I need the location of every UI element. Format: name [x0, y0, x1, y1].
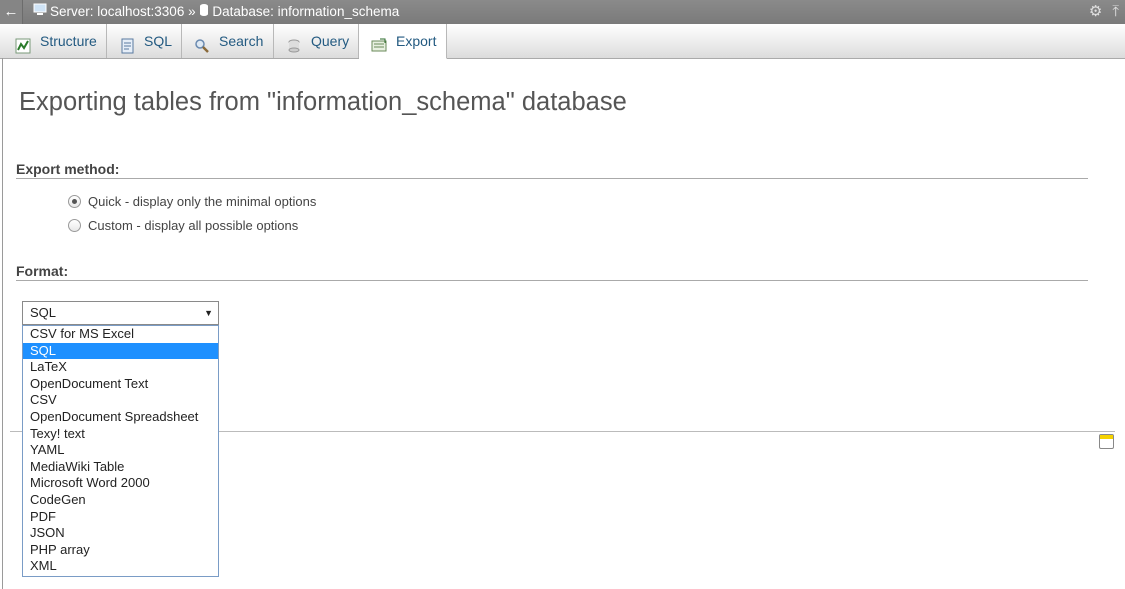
breadcrumb: Server: localhost:3306 » Database: infor… [33, 0, 399, 24]
collapse-icon[interactable]: ⤒ [1112, 3, 1119, 20]
format-option[interactable]: SQL [23, 342, 218, 360]
search-icon [194, 32, 210, 54]
breadcrumb-separator: » [188, 4, 196, 19]
export-icon [371, 32, 387, 52]
radio-quick-button[interactable] [68, 195, 81, 209]
gear-icon[interactable]: ⚙ [1089, 3, 1102, 20]
format-heading: Format: [16, 263, 1088, 281]
format-dropdown-list[interactable]: CSV for MS Excel SQL LaTeX OpenDocument … [22, 325, 219, 577]
format-option[interactable]: CodeGen [23, 492, 218, 509]
format-option[interactable]: YAML [23, 442, 218, 459]
query-icon [286, 32, 302, 53]
format-select-value: SQL [30, 305, 57, 320]
breadcrumb-bar: ← Server: localhost:3306 » Database: inf… [0, 0, 1125, 24]
breadcrumb-database-link[interactable]: Database: information_schema [212, 4, 399, 19]
back-button[interactable]: ← [0, 0, 23, 24]
tab-query[interactable]: Query [274, 24, 359, 58]
radio-custom[interactable]: Custom - display all possible options [68, 218, 298, 233]
tab-search[interactable]: Search [182, 24, 274, 58]
radio-quick[interactable]: Quick - display only the minimal options [68, 194, 316, 209]
format-option[interactable]: LaTeX [23, 359, 218, 376]
format-option[interactable]: MediaWiki Table [23, 459, 218, 476]
database-icon [199, 0, 209, 24]
format-option[interactable]: Microsoft Word 2000 [23, 475, 218, 492]
breadcrumb-server-link[interactable]: Server: localhost:3306 [50, 4, 184, 19]
page-title: Exporting tables from "information_schem… [19, 88, 627, 116]
format-option[interactable]: JSON [23, 525, 218, 542]
notepad-icon[interactable] [1099, 434, 1114, 449]
format-option[interactable]: PDF [23, 509, 218, 526]
format-option[interactable]: OpenDocument Text [23, 376, 218, 393]
sql-icon [119, 32, 135, 54]
format-option[interactable]: CSV for MS Excel [23, 326, 218, 343]
server-icon [33, 0, 47, 24]
tab-search-label: Search [219, 33, 264, 49]
format-option[interactable]: Texy! text [23, 426, 218, 443]
tab-query-label: Query [311, 33, 350, 49]
tab-export[interactable]: Export [359, 24, 447, 59]
structure-icon [15, 32, 31, 54]
format-option[interactable]: OpenDocument Spreadsheet [23, 409, 218, 426]
tab-sql[interactable]: SQL [107, 24, 182, 58]
tab-structure-label: Structure [40, 33, 97, 49]
radio-custom-label[interactable]: Custom - display all possible options [88, 218, 298, 233]
tab-export-label: Export [396, 33, 437, 49]
tab-structure[interactable]: Structure [3, 24, 107, 58]
radio-custom-button[interactable] [68, 219, 81, 233]
tab-bar: Structure SQL Search Query Export [0, 24, 1125, 59]
export-method-heading: Export method: [16, 161, 1088, 179]
left-frame-border [2, 58, 3, 589]
format-option[interactable]: XML [23, 558, 218, 575]
format-option[interactable]: CSV [23, 392, 218, 409]
format-select[interactable]: SQL ▼ [22, 301, 219, 325]
format-option[interactable]: PHP array [23, 542, 218, 559]
radio-quick-label[interactable]: Quick - display only the minimal options [88, 194, 316, 209]
dropdown-arrow-icon: ▼ [204, 308, 213, 318]
tab-sql-label: SQL [144, 33, 173, 49]
